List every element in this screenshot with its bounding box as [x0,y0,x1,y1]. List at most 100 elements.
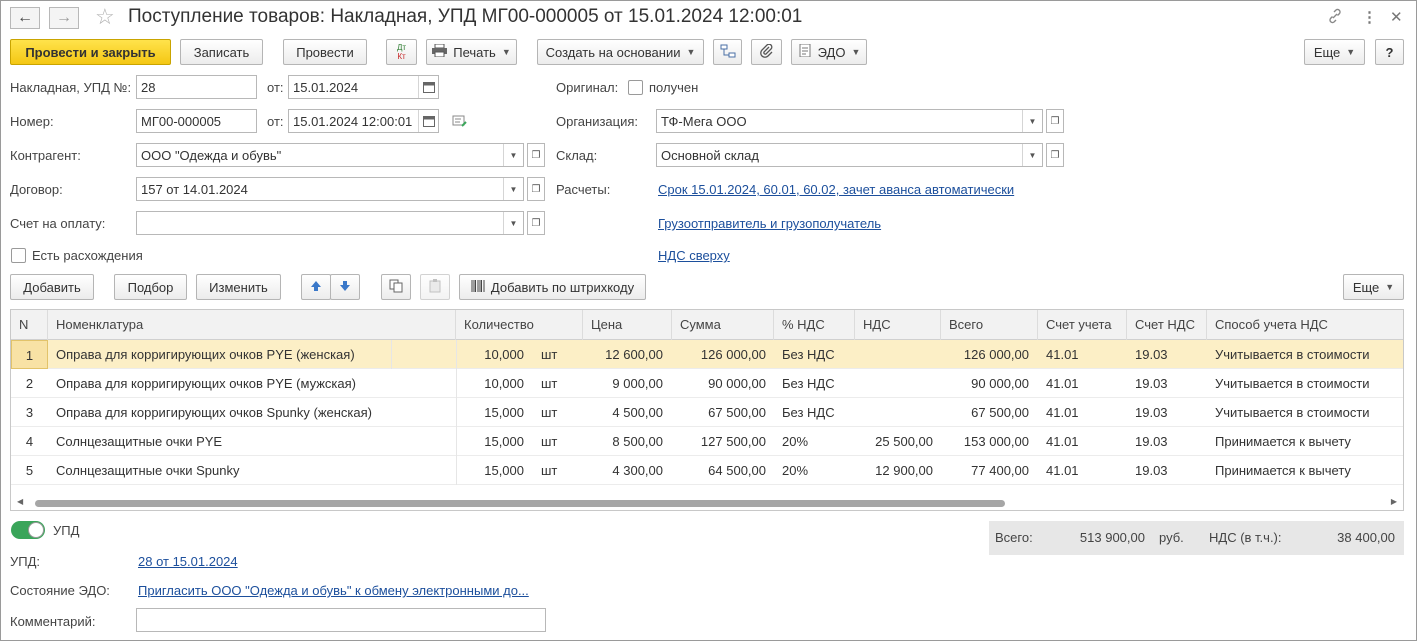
contract-field[interactable]: 157 от 14.01.2024 ▼ [136,177,524,201]
invoice-date-from-label: от: [267,80,284,95]
column-header-vat[interactable]: НДС [855,310,941,340]
more-menu-icon[interactable]: ⋮ [1362,8,1377,26]
post-and-close-button[interactable]: Провести и закрыть [10,39,171,65]
row-total: 153 000,00 [963,434,1029,449]
edo-state-label: Состояние ЭДО: [10,583,110,598]
favorite-star-icon[interactable]: ☆ [95,4,115,30]
chevron-down-icon: ▼ [686,47,696,57]
warehouse-field[interactable]: Основной склад ▼ [656,143,1043,167]
number-field[interactable]: МГ00-000005 [136,109,257,133]
print-button[interactable]: Печать ▼ [426,39,517,65]
barcode-icon [471,279,485,295]
column-header-vat-method[interactable]: Способ учета НДС [1207,310,1403,340]
table-row[interactable]: 1 Оправа для корригирующих очков PYE (же… [11,340,1403,369]
link-icon[interactable] [1327,8,1343,28]
table-row[interactable]: 2 Оправа для корригирующих очков PYE (му… [11,369,1403,398]
contract-open-button[interactable]: ❐ [527,177,545,201]
column-header-vat-account[interactable]: Счет НДС [1127,310,1207,340]
column-header-account[interactable]: Счет учета [1038,310,1127,340]
calendar-icon[interactable] [418,76,438,98]
organization-open-button[interactable]: ❐ [1046,109,1064,133]
dtkt-button[interactable]: Дт Кт [386,39,417,65]
column-header-quantity[interactable]: Количество [456,310,583,340]
chevron-down-icon[interactable]: ▼ [1022,110,1042,132]
back-button[interactable]: ← [10,7,40,29]
table-row[interactable]: 3 Оправа для корригирующих очков Spunky … [11,398,1403,427]
contractor-open-button[interactable]: ❐ [527,143,545,167]
discrepancy-checkbox[interactable] [11,248,26,263]
row-number: 1 [11,340,48,369]
add-by-barcode-button[interactable]: Добавить по штрихкоду [459,274,646,300]
goods-table[interactable]: N Номенклатура Количество Цена Сумма % Н… [10,309,1404,511]
pay-invoice-field[interactable]: ▼ [136,211,524,235]
invoice-date-field[interactable]: 15.01.2024 [288,75,439,99]
column-header-total[interactable]: Всего [941,310,1038,340]
number-date-field[interactable]: 15.01.2024 12:00:01 [288,109,439,133]
help-button[interactable]: ? [1375,39,1404,65]
row-vat-method: Учитывается в стоимости [1215,405,1370,420]
column-header-n[interactable]: N [11,310,48,340]
more-button[interactable]: Еще ▼ [1304,39,1365,65]
upd-link[interactable]: 28 от 15.01.2024 [138,554,238,569]
copy-rows-button[interactable] [381,274,411,300]
edo-button[interactable]: ЭДО ▼ [791,39,867,65]
column-header-nomenclature[interactable]: Номенклатура [48,310,456,340]
column-header-sum[interactable]: Сумма [672,310,774,340]
structure-icon [720,44,736,61]
open-window-icon: ❐ [1050,115,1060,127]
row-total: 126 000,00 [963,347,1029,362]
row-price: 4 300,00 [612,463,663,478]
row-name: Оправа для корригирующих очков Spunky (ж… [56,405,373,420]
scroll-left-icon[interactable]: ◀ [17,497,23,506]
horizontal-scrollbar[interactable]: ◀ ▶ [11,496,1403,510]
contractor-field[interactable]: ООО "Одежда и обувь" ▼ [136,143,524,167]
invoice-number-field[interactable]: 28 [136,75,257,99]
change-button[interactable]: Изменить [196,274,281,300]
move-down-button[interactable] [330,274,360,300]
forward-button[interactable]: → [49,7,79,29]
original-received-checkbox[interactable] [628,80,643,95]
open-window-icon: ❐ [531,217,541,229]
upd-toggle[interactable] [11,521,45,539]
chevron-down-icon[interactable]: ▼ [503,178,523,200]
row-number: 3 [25,405,34,420]
table-row[interactable]: 4 Солнцезащитные очки PYE 15,000 шт 8 50… [11,427,1403,456]
table-more-button[interactable]: Еще ▼ [1343,274,1404,300]
chevron-down-icon[interactable]: ▼ [1022,144,1042,166]
post-button[interactable]: Провести [283,39,367,65]
dt-icon-label: Дт [396,43,407,52]
create-based-label: Создать на основании [545,44,681,60]
number-edit-icon[interactable] [452,114,468,131]
create-based-on-button[interactable]: Создать на основании ▼ [537,39,704,65]
paste-icon [428,278,442,296]
pick-button[interactable]: Подбор [114,274,187,300]
edo-invite-link[interactable]: Пригласить ООО "Одежда и обувь" к обмену… [138,583,529,598]
arrow-right-icon: → [56,9,72,26]
table-row[interactable]: 5 Солнцезащитные очки Spunky 15,000 шт 4… [11,456,1403,485]
column-header-vat-rate[interactable]: % НДС [774,310,855,340]
chevron-down-icon[interactable]: ▼ [503,144,523,166]
row-vat-method: Принимается к вычету [1215,434,1351,449]
move-up-button[interactable] [301,274,331,300]
column-header-price[interactable]: Цена [583,310,672,340]
chevron-down-icon[interactable]: ▼ [503,212,523,234]
paste-rows-button[interactable] [420,274,450,300]
warehouse-open-button[interactable]: ❐ [1046,143,1064,167]
vat-on-top-link[interactable]: НДС сверху [658,248,730,263]
structure-button[interactable] [713,39,742,65]
attach-button[interactable] [751,39,782,65]
row-vat-account: 19.03 [1135,376,1168,391]
save-button[interactable]: Записать [180,39,263,65]
add-row-button[interactable]: Добавить [10,274,94,300]
organization-label: Организация: [556,114,639,129]
calendar-icon[interactable] [418,110,438,132]
shipper-consignee-link[interactable]: Грузоотправитель и грузополучатель [658,216,881,231]
comment-field[interactable] [136,608,546,632]
settlements-link[interactable]: Срок 15.01.2024, 60.01, 60.02, зачет ава… [658,182,1014,197]
comment-label: Комментарий: [10,614,96,629]
scrollbar-thumb[interactable] [35,500,1005,507]
scroll-right-icon[interactable]: ▶ [1391,497,1397,506]
pay-invoice-open-button[interactable]: ❐ [527,211,545,235]
close-icon[interactable]: ✕ [1390,8,1403,26]
organization-field[interactable]: ТФ-Мега ООО ▼ [656,109,1043,133]
